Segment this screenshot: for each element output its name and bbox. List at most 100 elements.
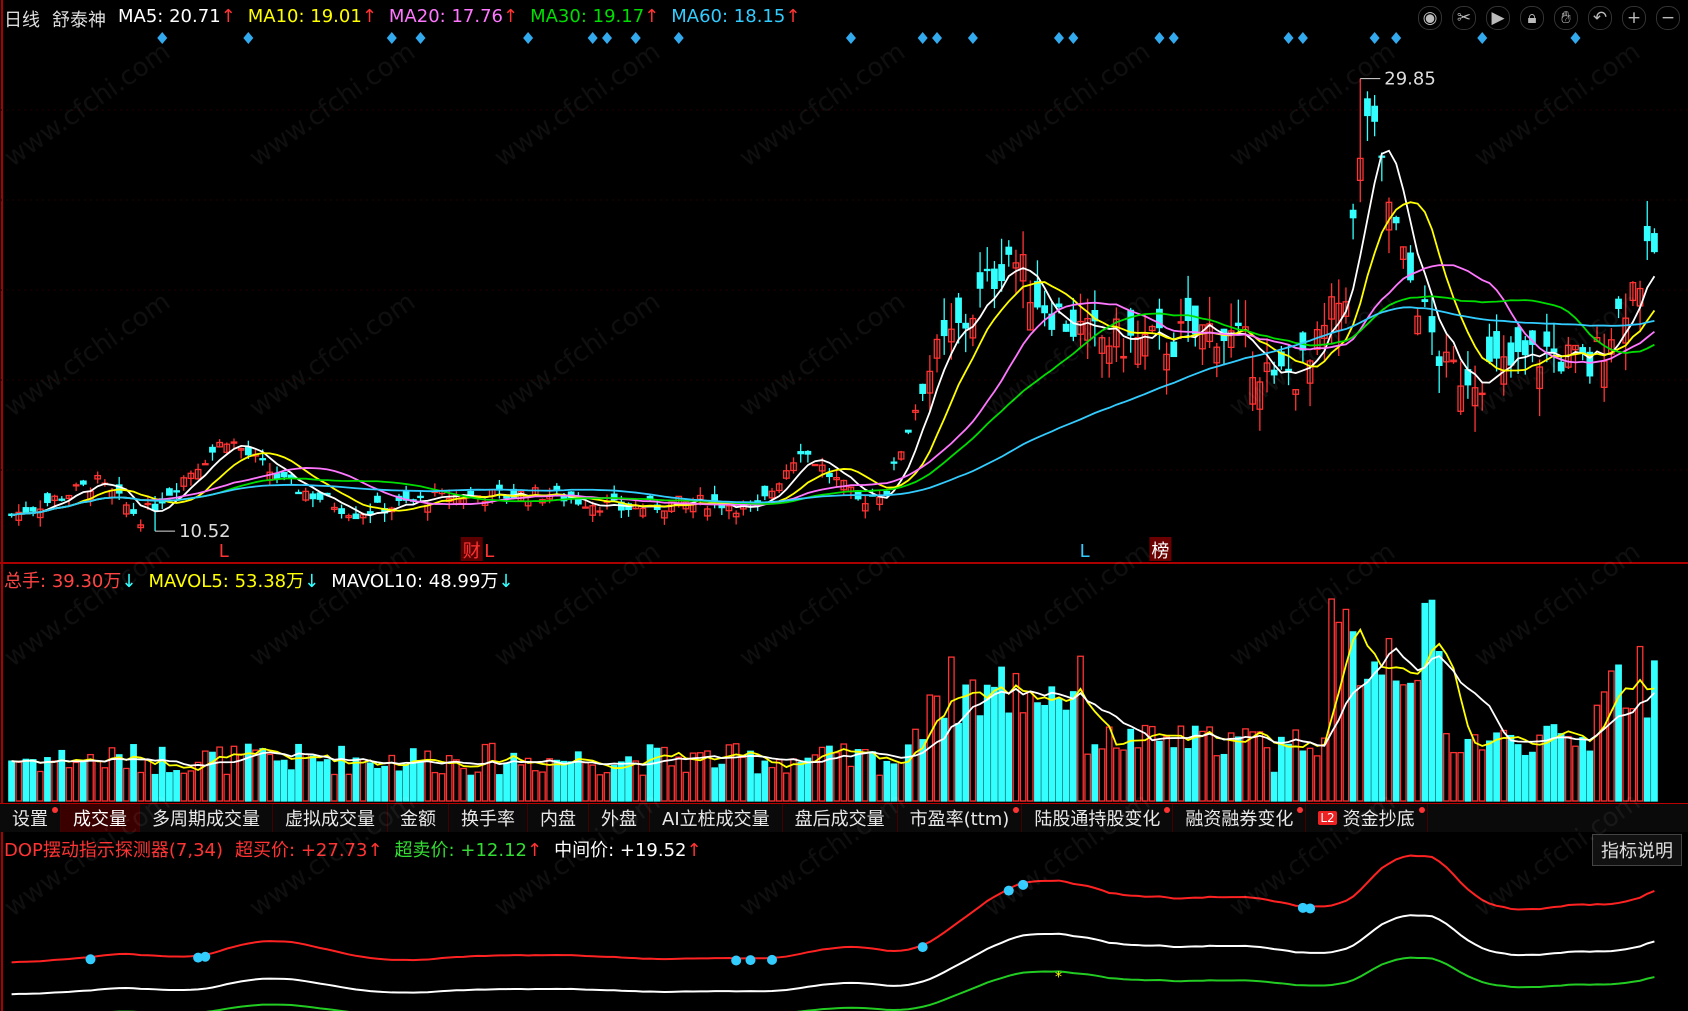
event-marker: L: [1080, 541, 1090, 562]
volume-bar: [381, 765, 389, 802]
dop-pane[interactable]: ** DOP摆动指示探测器(7,34) 超买价: +27.73↑ 超卖价: +1…: [0, 832, 1688, 1011]
volume-bar: [1005, 712, 1013, 802]
volume-bar: [1378, 674, 1386, 802]
chart-toolbar: ◉ ✂ ▶ 🔒︎ ✋︎ ↶ + −: [1418, 6, 1680, 30]
candle-body: [1055, 303, 1063, 308]
tab-13[interactable]: L2 资金抄底: [1306, 804, 1428, 832]
volume-bar: [1277, 736, 1285, 802]
scissors-icon[interactable]: ✂: [1452, 6, 1476, 30]
volume-bar: [1557, 733, 1565, 802]
play-icon[interactable]: ▶: [1486, 6, 1510, 30]
zoom-in-icon[interactable]: +: [1622, 6, 1646, 30]
candle-body: [338, 508, 345, 515]
indicator-help-button[interactable]: 指标说明: [1592, 834, 1682, 866]
volume-bar: [797, 761, 805, 802]
volume-bar: [323, 759, 331, 802]
tab-6[interactable]: 内盘: [528, 804, 589, 832]
volume-bar: [352, 757, 360, 802]
tab-0[interactable]: 设置: [0, 804, 61, 832]
tab-11[interactable]: 陆股通持股变化: [1022, 804, 1174, 832]
volume-bar: [1048, 686, 1056, 802]
tab-2[interactable]: 多周期成交量: [140, 804, 273, 832]
eye-icon[interactable]: ◉: [1418, 6, 1442, 30]
low-label: 10.52: [179, 521, 231, 542]
undo-icon[interactable]: ↶: [1588, 6, 1612, 30]
candle-body: [209, 446, 216, 453]
notification-dot: [52, 807, 58, 813]
volume-bar: [1586, 750, 1594, 802]
candle-body: [797, 451, 805, 455]
volume-bar: [1407, 682, 1414, 802]
candle-body: [1521, 340, 1529, 356]
volume-bar: [560, 760, 568, 802]
tab-label: 市盈率(ttm): [909, 809, 1010, 830]
volume-bar: [1643, 717, 1651, 802]
candle-body: [976, 272, 984, 289]
volume-bar: [44, 757, 51, 802]
candle-body: [1643, 225, 1651, 242]
volume-bar: [1435, 650, 1443, 802]
candlestick-chart[interactable]: 29.8510.52L 财 L L 榜: [0, 0, 1688, 565]
candle-body: [761, 485, 769, 497]
candle-body: [1486, 336, 1493, 362]
notification-dot: [1013, 807, 1020, 813]
candle-body: [173, 490, 180, 493]
tab-5[interactable]: 换手率: [449, 804, 528, 832]
candle-body: [904, 429, 912, 433]
volume-bar: [287, 769, 295, 802]
volume-bar: [1507, 734, 1515, 802]
dop-signal-dot: [200, 951, 211, 962]
price-pane[interactable]: 29.85 10.52 L 财 L L 榜 日线 舒泰神 MA5: 20.71↑ MA10:…: [0, 0, 1688, 565]
tab-label: 换手率: [461, 809, 515, 830]
tab-3[interactable]: 虚拟成交量: [273, 804, 388, 832]
candle-body: [1364, 98, 1371, 117]
candle-body: [1550, 348, 1558, 353]
candle-body: [998, 264, 1005, 282]
tab-label: 融资融券变化: [1185, 809, 1294, 830]
volume-pane[interactable]: 总手: 39.30万↓ MAVOL5: 53.38万↓ MAVOL10: 48.…: [0, 565, 1688, 803]
ma5-legend: MA5: 20.71↑: [118, 6, 236, 27]
volume-bar: [1091, 744, 1099, 802]
tab-4[interactable]: 金额: [388, 804, 449, 832]
zoom-out-icon[interactable]: −: [1656, 6, 1680, 30]
candle-body: [919, 383, 927, 394]
candle-body: [811, 463, 819, 467]
volume-bar: [1550, 724, 1558, 802]
candle-body: [1615, 298, 1622, 309]
volume-bar: [904, 744, 912, 802]
tab-10[interactable]: 市盈率(ttm): [898, 804, 1023, 832]
volume-bar: [1062, 709, 1070, 802]
candle-body: [1421, 299, 1429, 303]
tab-label: 盘后成交量: [794, 809, 885, 830]
volume-bar: [130, 744, 137, 802]
total-volume-legend: 总手: 39.30万↓: [4, 571, 137, 592]
volume-bar: [1615, 664, 1622, 802]
hand-icon[interactable]: ✋︎: [1554, 6, 1578, 30]
tab-12[interactable]: 融资融券变化: [1173, 804, 1307, 832]
candle-body: [1493, 331, 1500, 359]
volume-bar: [883, 760, 891, 802]
volume-bar: [1579, 737, 1587, 802]
tab-1[interactable]: 成交量: [61, 804, 140, 832]
tab-9[interactable]: 盘后成交量: [783, 804, 898, 832]
lock-icon[interactable]: 🔒︎: [1520, 6, 1544, 30]
mavol5-legend: MAVOL5: 53.38万↓: [148, 571, 320, 592]
tab-7[interactable]: 外盘: [589, 804, 650, 832]
volume-chart[interactable]: [0, 565, 1688, 803]
volume-bar: [1234, 736, 1242, 802]
volume-bar: [115, 754, 123, 802]
volume-bar: [173, 770, 180, 802]
volume-bar: [1034, 702, 1041, 802]
tab-label: 外盘: [601, 809, 637, 830]
candle-body: [273, 473, 281, 480]
volume-bar: [1493, 732, 1500, 802]
volume-bar: [1170, 747, 1178, 802]
volume-bar: [754, 773, 762, 802]
candle-body: [72, 484, 80, 487]
dop-mid-legend: 中间价: +19.52↑: [554, 840, 702, 861]
volume-bar: [259, 748, 267, 802]
volume-bar: [417, 762, 424, 802]
tab-8[interactable]: AI立桩成交量: [650, 804, 783, 832]
event-marker: L: [484, 541, 494, 562]
volume-bar: [1184, 748, 1192, 802]
